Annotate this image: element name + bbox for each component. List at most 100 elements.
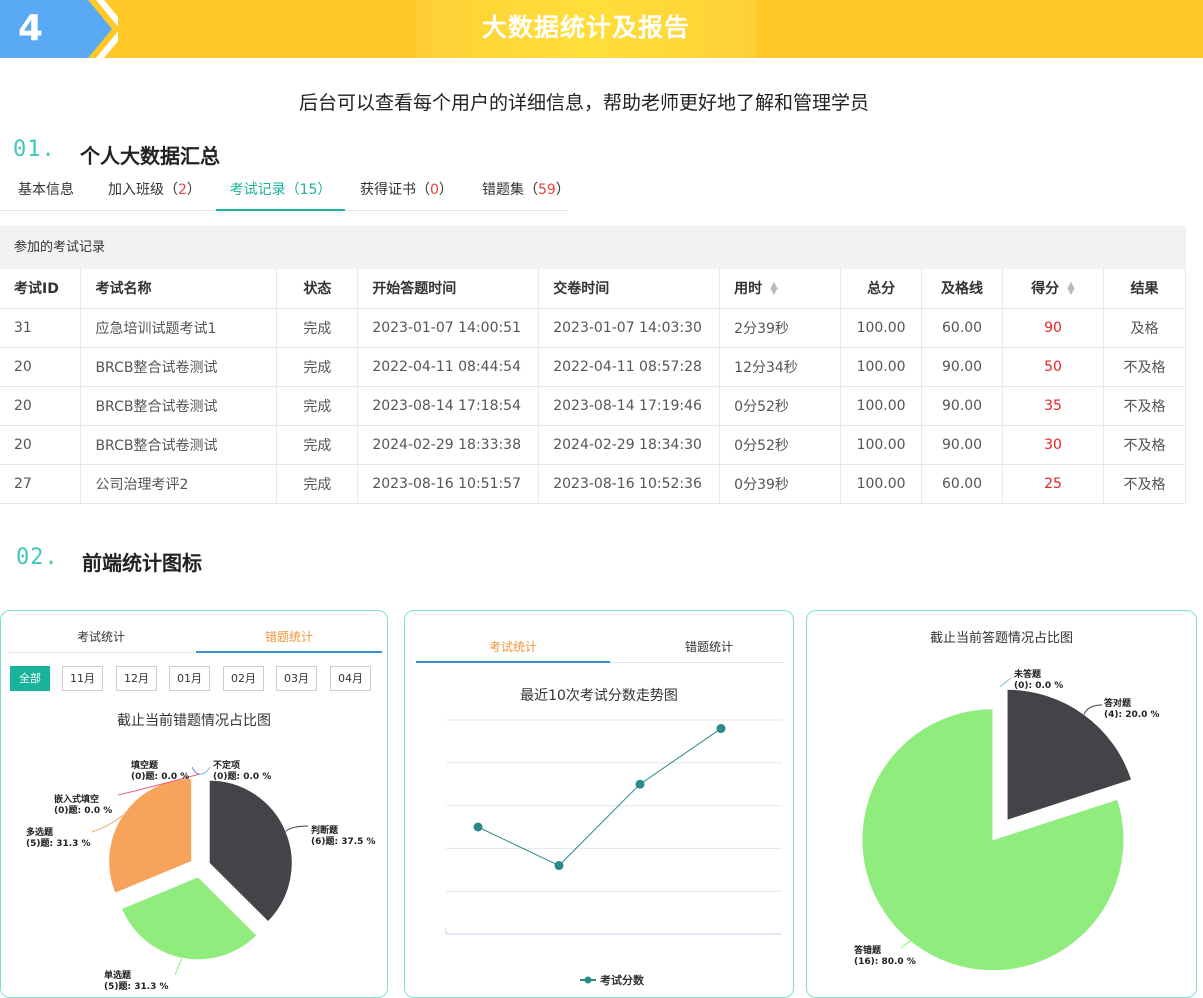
table-row: 20 BRCB整合试卷测试 完成 2024-02-29 18:33:38 2024-02… bbox=[0, 425, 1187, 465]
cell-exam-id: 20 bbox=[0, 425, 82, 465]
col-result: 结果 bbox=[1103, 269, 1187, 309]
cell-total: 100.00 bbox=[840, 464, 923, 504]
pie3-title: 截止当前答题情况占比图 bbox=[929, 631, 1073, 646]
pie-label-4: 填空题(0)题: 0.0 % bbox=[131, 759, 189, 782]
cell-submit-time: 2023-08-14 17:19:46 bbox=[538, 386, 721, 426]
col-status: 状态 bbox=[276, 269, 359, 309]
cell-score: 50 bbox=[1002, 347, 1104, 387]
col-start-time: 开始答题时间 bbox=[357, 269, 540, 309]
month-button[interactable]: 01月 bbox=[169, 666, 210, 691]
col-exam-name: 考试名称 bbox=[80, 269, 278, 309]
answer-pie-chart: 答对题(4): 20.0 % 答错题(16): 80.0 % 未答题(0): 0.0… bbox=[853, 668, 1160, 972]
cell-exam-id: 31 bbox=[0, 308, 82, 348]
cell-submit-time: 2024-02-29 18:34:30 bbox=[538, 425, 721, 465]
table-row: 20 BRCB整合试卷测试 完成 2022-04-11 08:44:54 2022-04… bbox=[0, 347, 1187, 387]
card2-tab-exam[interactable]: 考试统计 bbox=[416, 638, 610, 655]
cell-start-time: 2023-08-14 17:18:54 bbox=[357, 386, 540, 426]
cell-start-time: 2022-04-11 08:44:54 bbox=[357, 347, 540, 387]
pie-label-5: 不定项(0)题: 0.0 % bbox=[213, 759, 271, 782]
cell-pass-line: 60.00 bbox=[921, 308, 1004, 348]
cell-exam-name: BRCB整合试卷测试 bbox=[80, 347, 278, 387]
pie-label-1: 单选题(5)题: 31.3 % bbox=[104, 969, 169, 992]
sort-icon[interactable]: ▲ ▼ bbox=[770, 281, 778, 297]
card1-tab-line bbox=[8, 652, 194, 653]
col-duration[interactable]: 用时 ▲ ▼ bbox=[719, 269, 842, 309]
pie-label-0: 判断题(6)题: 37.5 % bbox=[311, 824, 376, 847]
table-row: 27 公司治理考评2 完成 2023-08-16 10:51:57 2023-08-16… bbox=[0, 464, 1187, 504]
month-button[interactable]: 03月 bbox=[276, 666, 317, 691]
pie-label-0: 答对题(4): 20.0 % bbox=[1103, 697, 1160, 720]
month-button[interactable]: 02月 bbox=[223, 666, 264, 691]
table-row: 20 BRCB整合试卷测试 完成 2023-08-14 17:18:54 2023-08… bbox=[0, 386, 1187, 426]
table-row: 31 应急培训试题考试1 完成 2023-01-07 14:00:51 2023-01-… bbox=[0, 308, 1187, 348]
pie-label-name: 嵌入式填空 bbox=[54, 793, 99, 805]
month-button[interactable]: 04月 bbox=[330, 666, 371, 691]
pie-label-2: 未答题(0): 0.0 % bbox=[1013, 668, 1063, 691]
month-button[interactable]: 12月 bbox=[116, 666, 157, 691]
pie-label-3: 嵌入式填空(0)题: 0.0 % bbox=[54, 793, 112, 816]
pie-label-value: (5)题: 31.3 % bbox=[104, 981, 169, 992]
cell-status: 完成 bbox=[276, 308, 359, 348]
cell-start-time: 2023-08-16 10:51:57 bbox=[357, 464, 540, 504]
pie-connector-0 bbox=[285, 825, 309, 832]
data-point[interactable] bbox=[635, 779, 645, 789]
cell-exam-name: BRCB整合试卷测试 bbox=[80, 425, 278, 465]
data-point[interactable] bbox=[473, 822, 483, 832]
pie-label-name: 填空题 bbox=[131, 759, 159, 771]
cell-pass-line: 90.00 bbox=[921, 347, 1004, 387]
pie-label-2: 多选题(5)题: 31.3 % bbox=[26, 826, 91, 849]
section-number: 4 bbox=[18, 8, 44, 49]
cell-status: 完成 bbox=[276, 464, 359, 504]
pie-connector-0 bbox=[1083, 704, 1103, 715]
legend-marker bbox=[584, 976, 592, 984]
pie-label-value: (6)题: 37.5 % bbox=[311, 836, 376, 847]
cell-exam-name: 公司治理考评2 bbox=[80, 464, 278, 504]
month-button[interactable]: 11月 bbox=[62, 666, 103, 691]
cell-submit-time: 2023-01-07 14:03:30 bbox=[538, 308, 721, 348]
card1-tab-wrong[interactable]: 错题统计 bbox=[196, 628, 382, 645]
cell-submit-time: 2023-08-16 10:52:36 bbox=[538, 464, 721, 504]
pie-label-name: 答对题 bbox=[1103, 697, 1132, 709]
col-submit-time: 交卷时间 bbox=[538, 269, 721, 309]
card2-tab-wrong[interactable]: 错题统计 bbox=[612, 638, 806, 655]
pie-label-value: (0)题: 0.0 % bbox=[54, 805, 112, 816]
section2-title: 前端统计图标 bbox=[82, 551, 202, 575]
pie-label-value: (0)题: 0.0 % bbox=[131, 771, 189, 782]
cell-score: 30 bbox=[1002, 425, 1104, 465]
card1-tab-indicator bbox=[196, 651, 382, 653]
tab-classes[interactable]: 加入班级（2） bbox=[108, 174, 201, 211]
col-pass-line: 及格线 bbox=[921, 269, 1004, 309]
cell-submit-time: 2022-04-11 08:57:28 bbox=[538, 347, 721, 387]
cell-status: 完成 bbox=[276, 386, 359, 426]
cell-result: 不及格 bbox=[1103, 464, 1187, 504]
section1-title: 个人大数据汇总 bbox=[80, 144, 220, 168]
section2-number: 02. bbox=[16, 545, 59, 570]
tab-wrong-questions[interactable]: 错题集（59） bbox=[482, 174, 570, 211]
col-score[interactable]: 得分 ▲ ▼ bbox=[1002, 269, 1104, 309]
series-line bbox=[477, 728, 722, 867]
sort-icon[interactable]: ▲ ▼ bbox=[1067, 281, 1075, 297]
tab-certificates[interactable]: 获得证书（0） bbox=[360, 174, 453, 211]
table-header-row: 考试ID 考试名称 状态 开始答题时间 交卷时间 用时 ▲ ▼ 总分 及格线 得分 ▲… bbox=[0, 269, 1187, 309]
pie-label-name: 单选题 bbox=[104, 969, 132, 981]
cell-score: 90 bbox=[1002, 308, 1104, 348]
tab-exam-records[interactable]: 考试记录（15） bbox=[216, 174, 345, 211]
cell-result: 不及格 bbox=[1103, 425, 1187, 465]
pie-label-value: (0): 0.0 % bbox=[1014, 681, 1063, 691]
card1-tab-exam[interactable]: 考试统计 bbox=[8, 628, 194, 645]
table-caption: 参加的考试记录 bbox=[0, 226, 1186, 269]
cell-pass-line: 90.00 bbox=[921, 425, 1004, 465]
page-subtitle: 后台可以查看每个用户的详细信息，帮助老师更好地了解和管理学员 bbox=[298, 92, 869, 114]
legend-label[interactable]: 考试分数 bbox=[600, 973, 645, 987]
pie-slice-2[interactable] bbox=[108, 777, 193, 894]
pie-label-name: 不定项 bbox=[213, 759, 240, 771]
month-all-button[interactable]: 全部 bbox=[10, 666, 50, 691]
cell-exam-id: 20 bbox=[0, 347, 82, 387]
cell-status: 完成 bbox=[276, 425, 359, 465]
tab-basic-info[interactable]: 基本信息 bbox=[18, 174, 74, 211]
cell-result: 及格 bbox=[1103, 308, 1187, 348]
data-point[interactable] bbox=[716, 724, 726, 734]
data-point[interactable] bbox=[554, 861, 564, 871]
cell-total: 100.00 bbox=[840, 347, 923, 387]
banner: 4 大数据统计及报告 bbox=[0, 0, 1203, 58]
